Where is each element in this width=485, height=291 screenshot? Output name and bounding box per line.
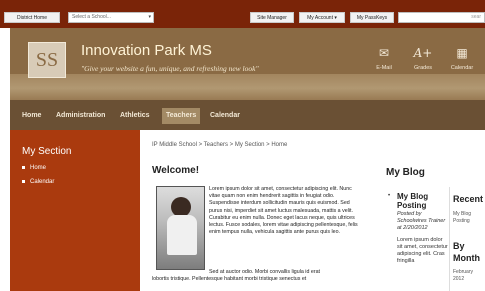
content-photo [156, 186, 205, 270]
blog-post-excerpt: Lorem ipsum dolor sit amet, consectetur … [397, 237, 448, 264]
sidebar-item-home[interactable]: Home [22, 165, 46, 171]
bullet-icon [22, 165, 25, 169]
main-nav: Home Administration Athletics Teachers C… [10, 100, 485, 130]
site-manager-button[interactable]: Site Manager [250, 12, 294, 23]
my-account-label: My Account [307, 15, 333, 21]
sidebar: My Section Home Calendar [10, 130, 140, 291]
site-tagline: "Give your website a fun, unique, and re… [81, 64, 259, 73]
email-label: E-Mail [376, 65, 392, 71]
calendar-icon: ▦ [456, 46, 468, 60]
recent-post-link[interactable]: My Blog Posting [453, 211, 483, 225]
nav-calendar[interactable]: Calendar [210, 108, 240, 124]
nav-administration[interactable]: Administration [56, 108, 105, 124]
chevron-down-icon: ▾ [148, 14, 151, 20]
recent-heading: Recent [453, 194, 484, 204]
top-bar: District Home Select a School... ▾ Site … [0, 0, 485, 28]
blog-post: • My Blog Posting Posted by Schoolwires … [388, 192, 449, 265]
photo-person-body [167, 215, 197, 255]
photo-person-head [171, 197, 191, 217]
divider [449, 187, 450, 291]
sidebar-item-label: Calendar [30, 179, 55, 185]
calendar-link[interactable]: ▦ Calendar [442, 46, 482, 71]
grades-link[interactable]: A+ Grades [403, 46, 443, 71]
sidebar-item-label: Home [30, 165, 47, 171]
nav-home[interactable]: Home [22, 108, 41, 124]
header-texture [10, 74, 485, 100]
bullet-icon [22, 179, 25, 183]
sidebar-title: My Section [22, 146, 72, 157]
calendar-label: Calendar [450, 65, 474, 71]
my-passkeys-button[interactable]: My PassKeys [350, 12, 394, 23]
blog-post-meta: Posted by Schoolwires Trainer at 2/20/20… [397, 211, 446, 231]
bullet-icon: • [388, 193, 391, 199]
email-link[interactable]: ✉ E-Mail [364, 46, 404, 71]
nav-athletics[interactable]: Athletics [120, 108, 150, 124]
my-account-button[interactable]: My Account ▾ [299, 12, 345, 23]
welcome-paragraph: Lorem ipsum dolor sit amet, consectetur … [209, 186, 358, 236]
breadcrumb[interactable]: IP Middle School > Teachers > My Section… [152, 142, 287, 148]
welcome-paragraph-3: lobortis tristique. Pellentesque habitan… [152, 276, 307, 282]
email-icon: ✉ [378, 46, 390, 60]
school-select[interactable]: Select a School... ▾ [68, 12, 154, 23]
nav-teachers[interactable]: Teachers [162, 108, 201, 124]
grades-icon: A+ [413, 46, 433, 60]
by-month-heading: By Month [453, 241, 480, 263]
site-title[interactable]: Innovation Park MS [81, 42, 212, 59]
school-select-placeholder: Select a School... [72, 14, 111, 20]
blog-title: My Blog [386, 167, 425, 178]
chevron-down-icon: ▾ [334, 15, 337, 21]
sidebar-item-calendar[interactable]: Calendar [22, 179, 54, 185]
school-logo[interactable]: SS [28, 42, 66, 78]
search-input[interactable]: sear [398, 12, 485, 23]
blog-post-title[interactable]: My Blog Posting [397, 192, 449, 210]
site-header: SS Innovation Park MS "Give your website… [10, 28, 485, 100]
district-home-button[interactable]: District Home [4, 12, 60, 23]
grades-label: Grades [413, 65, 433, 71]
page-title: Welcome! [152, 165, 200, 176]
month-archive-link[interactable]: February 2012 [453, 269, 483, 283]
